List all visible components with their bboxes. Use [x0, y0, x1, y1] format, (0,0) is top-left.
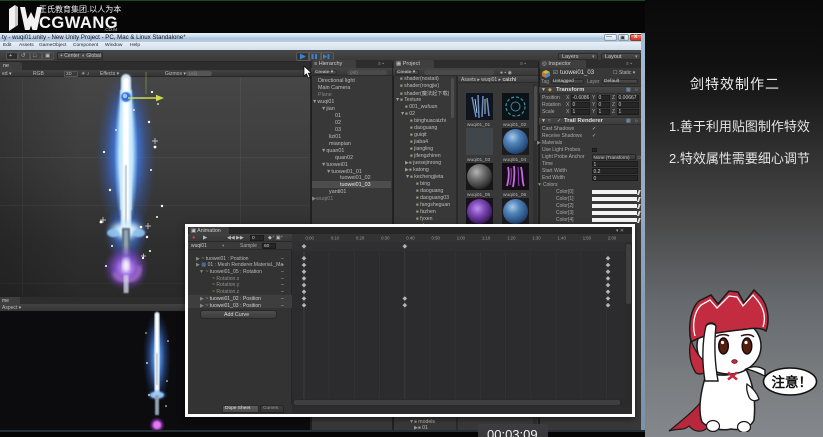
svg-text:0:00: 0:00 — [306, 236, 315, 241]
svg-text:0:30: 0:30 — [381, 236, 390, 241]
svg-text:wuqi01_04: wuqi01_04 — [503, 157, 527, 163]
svg-text:0:40: 0:40 — [406, 236, 415, 241]
svg-text:0:50: 0:50 — [432, 236, 441, 241]
svg-text:1:40: 1:40 — [558, 236, 567, 241]
svg-text:wuqi01_01: wuqi01_01 — [467, 122, 491, 128]
svg-text:wuqi01_02: wuqi01_02 — [503, 122, 527, 128]
svg-text:1:20: 1:20 — [507, 236, 516, 241]
svg-text:0:20: 0:20 — [356, 236, 365, 241]
svg-text:2:00: 2:00 — [608, 236, 617, 241]
svg-text:1:00: 1:00 — [457, 236, 466, 241]
svg-text:0:10: 0:10 — [331, 236, 340, 241]
svg-text:王氏教育集团.以人为本: 王氏教育集团.以人为本 — [39, 4, 121, 14]
svg-text:wuqi01_05: wuqi01_05 — [467, 192, 491, 198]
svg-text:wuqi01_06: wuqi01_06 — [503, 192, 527, 198]
svg-text:.CO.M: .CO.M — [104, 27, 117, 31]
svg-text:1:50: 1:50 — [583, 236, 592, 241]
svg-text:wuqi01_03: wuqi01_03 — [467, 157, 491, 163]
svg-text:注意！: 注意！ — [772, 374, 813, 390]
svg-text:1:30: 1:30 — [532, 236, 541, 241]
svg-text:1:10: 1:10 — [482, 236, 491, 241]
